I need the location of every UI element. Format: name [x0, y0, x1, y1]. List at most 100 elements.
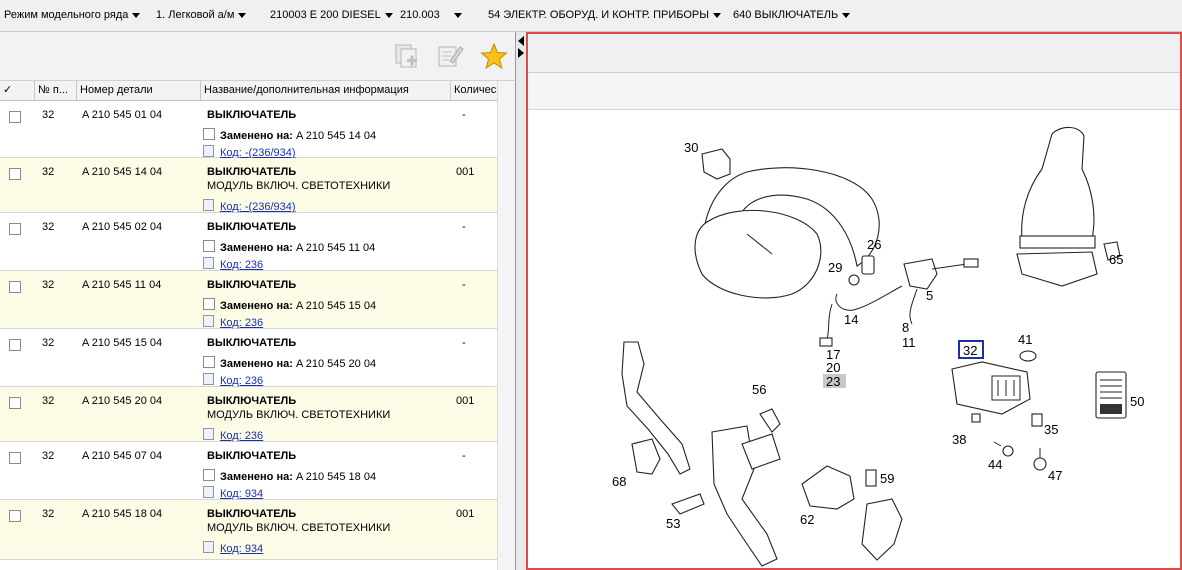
replacement-checkbox[interactable]	[203, 128, 215, 140]
parts-toolbar	[0, 32, 515, 81]
row-part-number: A 210 545 02 04	[82, 221, 163, 233]
table-row[interactable]: 32 A 210 545 01 04 ВЫКЛЮЧАТЕЛЬ Заменено …	[0, 101, 497, 159]
parts-diagram[interactable]: 30 26 29 5 14 8 11 17 20 23 65 32 41 50 …	[532, 114, 1178, 570]
collapse-left-icon[interactable]	[518, 36, 524, 46]
row-checkbox[interactable]	[9, 223, 21, 235]
copy-add-icon[interactable]	[393, 42, 421, 70]
document-icon	[203, 145, 214, 157]
callout-68[interactable]: 68	[612, 474, 626, 489]
table-row[interactable]: 32 A 210 545 14 04 ВЫКЛЮЧАТЕЛЬ МОДУЛЬ ВК…	[0, 158, 497, 213]
header-position[interactable]: № п...	[35, 81, 77, 100]
header-part-number[interactable]: Номер детали	[77, 81, 201, 100]
vertical-scrollbar[interactable]	[497, 81, 515, 570]
breadcrumb-item-model[interactable]: 210003 E 200 DIESEL	[270, 9, 393, 21]
chevron-down-icon	[384, 12, 393, 18]
row-quantity: -	[462, 279, 466, 291]
code-link[interactable]: Код: 236	[220, 375, 263, 387]
callout-32[interactable]: 32	[963, 343, 977, 358]
callout-47[interactable]: 47	[1048, 468, 1062, 483]
callout-41[interactable]: 41	[1018, 332, 1032, 347]
row-part-name: ВЫКЛЮЧАТЕЛЬ	[207, 109, 297, 121]
diagram-toolbar	[528, 34, 1180, 73]
row-checkbox[interactable]	[9, 281, 21, 293]
callout-20[interactable]: 20	[826, 360, 840, 375]
callout-11[interactable]: 11	[902, 335, 916, 350]
row-quantity: 001	[456, 508, 475, 520]
row-checkbox[interactable]	[9, 339, 21, 351]
pane-splitter[interactable]	[516, 32, 526, 570]
breadcrumb-item-group[interactable]: 54 ЭЛЕКТР. ОБОРУД. И КОНТР. ПРИБОРЫ	[488, 9, 721, 21]
header-name[interactable]: Название/дополнительная информация	[201, 81, 451, 100]
part-68-drawing	[631, 438, 661, 475]
row-part-number: A 210 545 18 04	[82, 508, 163, 520]
row-part-number: A 210 545 07 04	[82, 450, 163, 462]
replacement-checkbox[interactable]	[203, 298, 215, 310]
row-code: Код: 236	[203, 257, 263, 271]
table-row[interactable]: 32 A 210 545 02 04 ВЫКЛЮЧАТЕЛЬ Заменено …	[0, 213, 497, 271]
row-code: Код: 236	[203, 315, 263, 329]
code-link[interactable]: Код: 236	[220, 259, 263, 271]
edit-note-icon[interactable]	[436, 42, 464, 70]
callout-23[interactable]: 23	[826, 374, 840, 389]
row-replacement: Заменено на: A 210 545 20 04	[203, 356, 376, 370]
callout-53[interactable]: 53	[666, 516, 680, 531]
breadcrumb-item-series[interactable]: 210.003	[400, 9, 462, 21]
callout-29[interactable]: 29	[828, 260, 842, 275]
callout-62[interactable]: 62	[800, 512, 814, 527]
breadcrumb-item-vehicle-type[interactable]: 1. Легковой а/м	[156, 9, 247, 21]
row-checkbox[interactable]	[9, 452, 21, 464]
row-quantity: -	[462, 337, 466, 349]
table-row[interactable]: 32 A 210 545 18 04 ВЫКЛЮЧАТЕЛЬ МОДУЛЬ ВК…	[0, 500, 497, 560]
part-30-drawing	[701, 148, 731, 180]
part-62-drawing	[801, 465, 855, 510]
callout-5[interactable]: 5	[926, 288, 933, 303]
table-row[interactable]: 32 A 210 545 20 04 ВЫКЛЮЧАТЕЛЬ МОДУЛЬ ВК…	[0, 387, 497, 442]
table-row[interactable]: 32 A 210 545 07 04 ВЫКЛЮЧАТЕЛЬ Заменено …	[0, 442, 497, 500]
replacement-checkbox[interactable]	[203, 469, 215, 481]
row-replacement: Заменено на: A 210 545 18 04	[203, 469, 376, 483]
callout-65[interactable]: 65	[1109, 252, 1123, 267]
callout-44[interactable]: 44	[988, 457, 1002, 472]
document-icon	[203, 199, 214, 211]
code-link[interactable]: Код: 236	[220, 317, 263, 329]
code-link[interactable]: Код: 236	[220, 430, 263, 442]
favorite-star-icon[interactable]	[480, 42, 508, 70]
callout-14[interactable]: 14	[844, 312, 858, 327]
row-part-number: A 210 545 14 04	[82, 166, 163, 178]
callout-8[interactable]: 8	[902, 320, 909, 335]
row-quantity: -	[462, 450, 466, 462]
row-checkbox[interactable]	[9, 397, 21, 409]
row-position: 32	[42, 395, 55, 407]
breadcrumb-item-mode[interactable]: Режим модельного ряда	[4, 9, 141, 21]
callout-26[interactable]: 26	[867, 237, 881, 252]
expand-right-icon[interactable]	[518, 48, 524, 58]
row-part-number: A 210 545 01 04	[82, 109, 163, 121]
row-quantity: -	[462, 221, 466, 233]
callout-59[interactable]: 59	[880, 471, 894, 486]
callout-50[interactable]: 50	[1130, 394, 1144, 409]
header-check[interactable]: ✓	[0, 81, 35, 100]
callout-56[interactable]: 56	[752, 382, 766, 397]
replacement-checkbox[interactable]	[203, 356, 215, 368]
gear-shift-drawing	[1016, 126, 1121, 287]
row-replacement: Заменено на: A 210 545 11 04	[203, 240, 375, 254]
code-link[interactable]: Код: -(236/934)	[220, 201, 296, 213]
row-checkbox[interactable]	[9, 111, 21, 123]
document-icon	[203, 257, 214, 269]
row-code: Код: 934	[203, 541, 263, 555]
table-row[interactable]: 32 A 210 545 11 04 ВЫКЛЮЧАТЕЛЬ Заменено …	[0, 271, 497, 329]
breadcrumb-item-subgroup[interactable]: 640 ВЫКЛЮЧАТЕЛЬ	[733, 9, 851, 21]
part-14-drawing	[819, 285, 903, 347]
row-checkbox[interactable]	[9, 510, 21, 522]
code-link[interactable]: Код: 934	[220, 488, 263, 500]
row-position: 32	[42, 279, 55, 291]
callout-38[interactable]: 38	[952, 432, 966, 447]
callout-35[interactable]: 35	[1044, 422, 1058, 437]
row-checkbox[interactable]	[9, 168, 21, 180]
code-link[interactable]: Код: 934	[220, 543, 263, 555]
table-row[interactable]: 32 A 210 545 15 04 ВЫКЛЮЧАТЕЛЬ Заменено …	[0, 329, 497, 387]
part-32-drawing	[951, 350, 1043, 427]
callout-30[interactable]: 30	[684, 140, 698, 155]
replacement-checkbox[interactable]	[203, 240, 215, 252]
header-quantity[interactable]: Количес	[451, 81, 497, 100]
